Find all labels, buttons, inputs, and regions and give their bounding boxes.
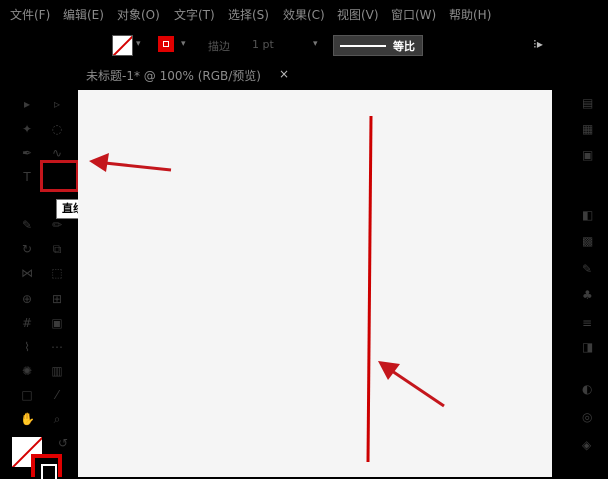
arrow-pointing-to-line-icon: [378, 361, 445, 408]
drawn-vertical-line: [366, 115, 373, 463]
annotation-overlay: [89, 115, 445, 463]
arrow-pointing-to-tool-icon: [89, 153, 172, 172]
